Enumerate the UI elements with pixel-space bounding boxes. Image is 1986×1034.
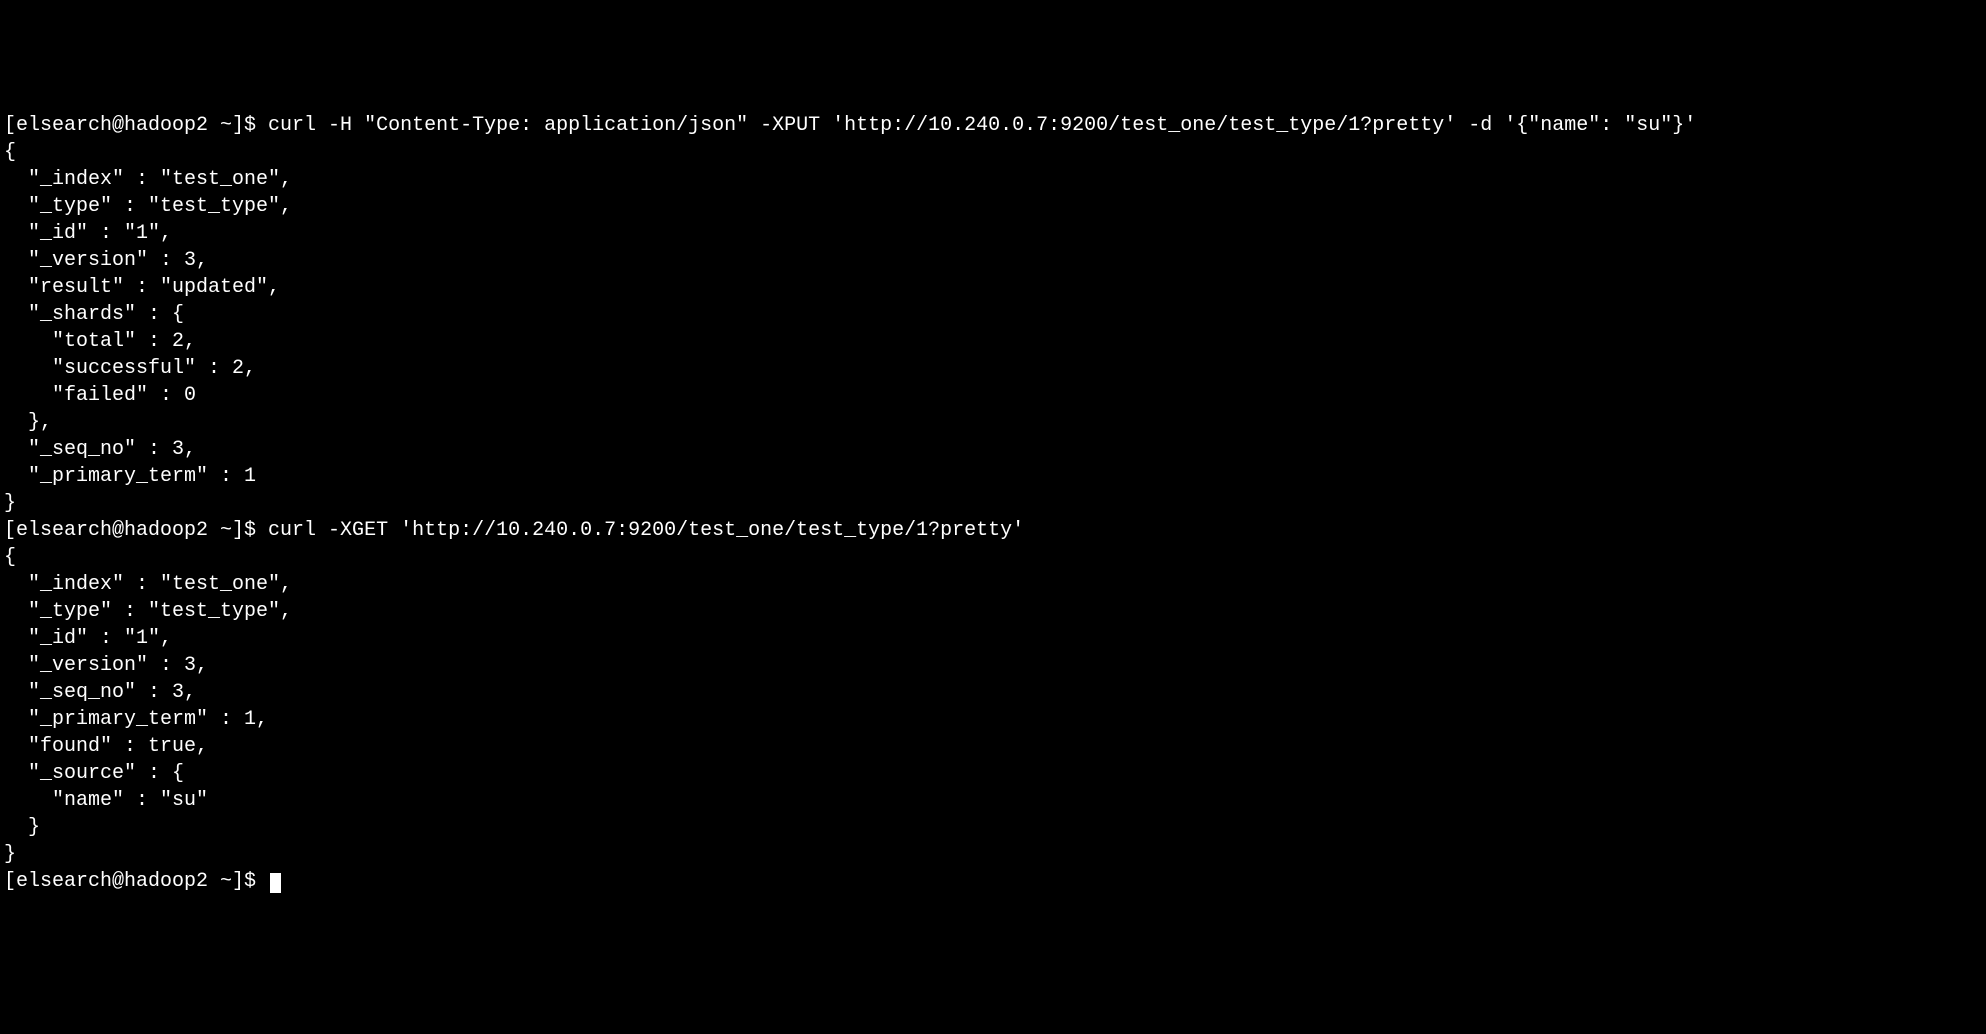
- json-output-line: "total" : 2,: [4, 328, 1982, 355]
- terminal-output[interactable]: [elsearch@hadoop2 ~]$ curl -H "Content-T…: [4, 112, 1982, 895]
- json-output-line: "_version" : 3,: [4, 652, 1982, 679]
- json-output-line: {: [4, 139, 1982, 166]
- json-output-line: {: [4, 544, 1982, 571]
- json-output-line: }: [4, 490, 1982, 517]
- json-output-line: }: [4, 841, 1982, 868]
- command-line-3[interactable]: [elsearch@hadoop2 ~]$: [4, 868, 1982, 895]
- json-output-line: "_id" : "1",: [4, 625, 1982, 652]
- json-output-line: "_type" : "test_type",: [4, 598, 1982, 625]
- shell-prompt: [elsearch@hadoop2 ~]$: [4, 870, 268, 893]
- json-output-line: "_type" : "test_type",: [4, 193, 1982, 220]
- json-output-line: "_primary_term" : 1,: [4, 706, 1982, 733]
- json-output-line: "_primary_term" : 1: [4, 463, 1982, 490]
- json-output-line: },: [4, 409, 1982, 436]
- shell-prompt: [elsearch@hadoop2 ~]$: [4, 114, 268, 137]
- json-output-line: "_index" : "test_one",: [4, 166, 1982, 193]
- json-output-line: "_seq_no" : 3,: [4, 436, 1982, 463]
- cursor-icon: [270, 873, 281, 893]
- command-line-2: [elsearch@hadoop2 ~]$ curl -XGET 'http:/…: [4, 517, 1982, 544]
- json-output-line: "failed" : 0: [4, 382, 1982, 409]
- json-output-line: "_shards" : {: [4, 301, 1982, 328]
- json-output-line: "_source" : {: [4, 760, 1982, 787]
- shell-prompt: [elsearch@hadoop2 ~]$: [4, 519, 268, 542]
- json-output-line: "found" : true,: [4, 733, 1982, 760]
- json-output-line: }: [4, 814, 1982, 841]
- json-output-line: "_id" : "1",: [4, 220, 1982, 247]
- curl-put-command: curl -H "Content-Type: application/json"…: [268, 114, 1696, 137]
- json-output-line: "successful" : 2,: [4, 355, 1982, 382]
- command-line-1: [elsearch@hadoop2 ~]$ curl -H "Content-T…: [4, 112, 1982, 139]
- json-output-line: "_seq_no" : 3,: [4, 679, 1982, 706]
- json-output-line: "name" : "su": [4, 787, 1982, 814]
- json-output-line: "_index" : "test_one",: [4, 571, 1982, 598]
- json-output-line: "result" : "updated",: [4, 274, 1982, 301]
- curl-get-command: curl -XGET 'http://10.240.0.7:9200/test_…: [268, 519, 1024, 542]
- json-output-line: "_version" : 3,: [4, 247, 1982, 274]
